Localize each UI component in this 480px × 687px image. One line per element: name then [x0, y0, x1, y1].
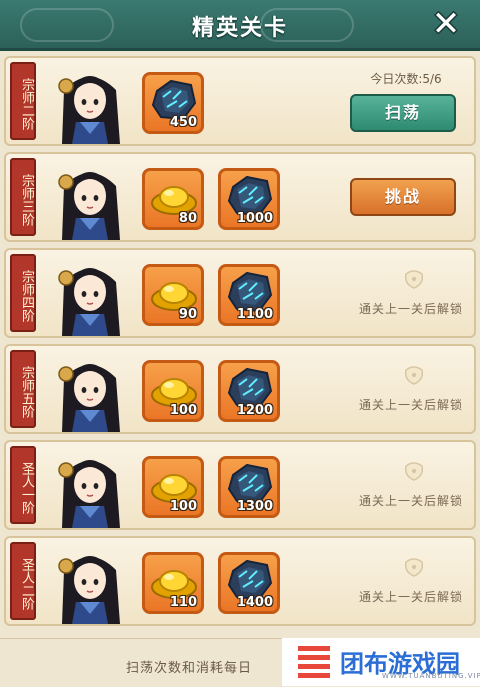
stage-tier-label: 圣人一阶 — [10, 446, 36, 524]
stage-row: 圣人一阶 100 1300 通关上一关后解锁 — [4, 440, 476, 530]
reward-count: 450 — [169, 115, 197, 130]
lock-icon — [401, 266, 427, 294]
locked-hint: 通关上一关后解锁 — [358, 494, 463, 508]
reward-count: 1300 — [236, 499, 273, 514]
boss-portrait — [42, 156, 138, 240]
boss-portrait — [42, 348, 138, 432]
stage-tier-label: 宗师三阶 — [10, 158, 36, 236]
reward-item[interactable]: 90 — [142, 264, 204, 326]
footer-note: 扫荡次数和消耗每日 — [126, 661, 253, 676]
challenge-button[interactable]: 挑战 — [350, 178, 456, 216]
reward-item[interactable]: 1100 — [218, 264, 280, 326]
reward-count: 110 — [169, 595, 197, 610]
stage-row: 宗师二阶 450 今日次数:5/6 扫荡 — [4, 56, 476, 146]
stage-tier-label: 宗师四阶 — [10, 254, 36, 332]
reward-count: 1000 — [236, 211, 273, 226]
locked-hint: 通关上一关后解锁 — [358, 302, 463, 316]
header-bar: 精英关卡 ✕ — [0, 0, 480, 51]
daily-attempts: 今日次数:5/6 — [370, 72, 442, 86]
locked-hint: 通关上一关后解锁 — [358, 590, 463, 604]
lock-icon — [401, 458, 427, 486]
reward-item[interactable]: 110 — [142, 552, 204, 614]
stage-row: 宗师五阶 100 1200 通关上一关后解锁 — [4, 344, 476, 434]
boss-portrait — [42, 252, 138, 336]
reward-item[interactable]: 1200 — [218, 360, 280, 422]
reward-count: 1100 — [236, 307, 273, 322]
reward-item[interactable]: 450 — [142, 72, 204, 134]
reward-item[interactable]: 1000 — [218, 168, 280, 230]
stage-tier-label: 圣人二阶 — [10, 542, 36, 620]
page-title: 精英关卡 — [191, 16, 288, 41]
close-button[interactable]: ✕ — [426, 4, 466, 44]
stage-row: 宗师三阶 80 1000 挑战 — [4, 152, 476, 242]
watermark-logo: 团布游戏园 WWW.TUANBUTING.VIP — [282, 638, 480, 686]
reward-item[interactable]: 100 — [142, 456, 204, 518]
boss-portrait — [42, 444, 138, 528]
sweep-button[interactable]: 扫荡 — [350, 94, 456, 132]
stage-row: 圣人二阶 110 1400 通关上一关后解锁 — [4, 536, 476, 626]
reward-count: 1200 — [236, 403, 273, 418]
locked-hint: 通关上一关后解锁 — [358, 398, 463, 412]
reward-count: 100 — [169, 499, 197, 514]
stage-row: 宗师四阶 90 1100 通关上一关后解锁 — [4, 248, 476, 338]
reward-count: 80 — [178, 211, 197, 226]
watermark-bars-icon — [298, 646, 330, 678]
reward-count: 1400 — [236, 595, 273, 610]
boss-portrait — [42, 60, 138, 144]
boss-portrait — [42, 540, 138, 624]
watermark-url: WWW.TUANBUTING.VIP — [382, 672, 480, 680]
reward-item[interactable]: 1400 — [218, 552, 280, 614]
reward-count: 100 — [169, 403, 197, 418]
reward-count: 90 — [178, 307, 197, 322]
lock-icon — [401, 362, 427, 390]
reward-item[interactable]: 80 — [142, 168, 204, 230]
stage-tier-label: 宗师五阶 — [10, 350, 36, 428]
lock-icon — [401, 554, 427, 582]
reward-item[interactable]: 100 — [142, 360, 204, 422]
stage-tier-label: 宗师二阶 — [10, 62, 36, 140]
reward-item[interactable]: 1300 — [218, 456, 280, 518]
